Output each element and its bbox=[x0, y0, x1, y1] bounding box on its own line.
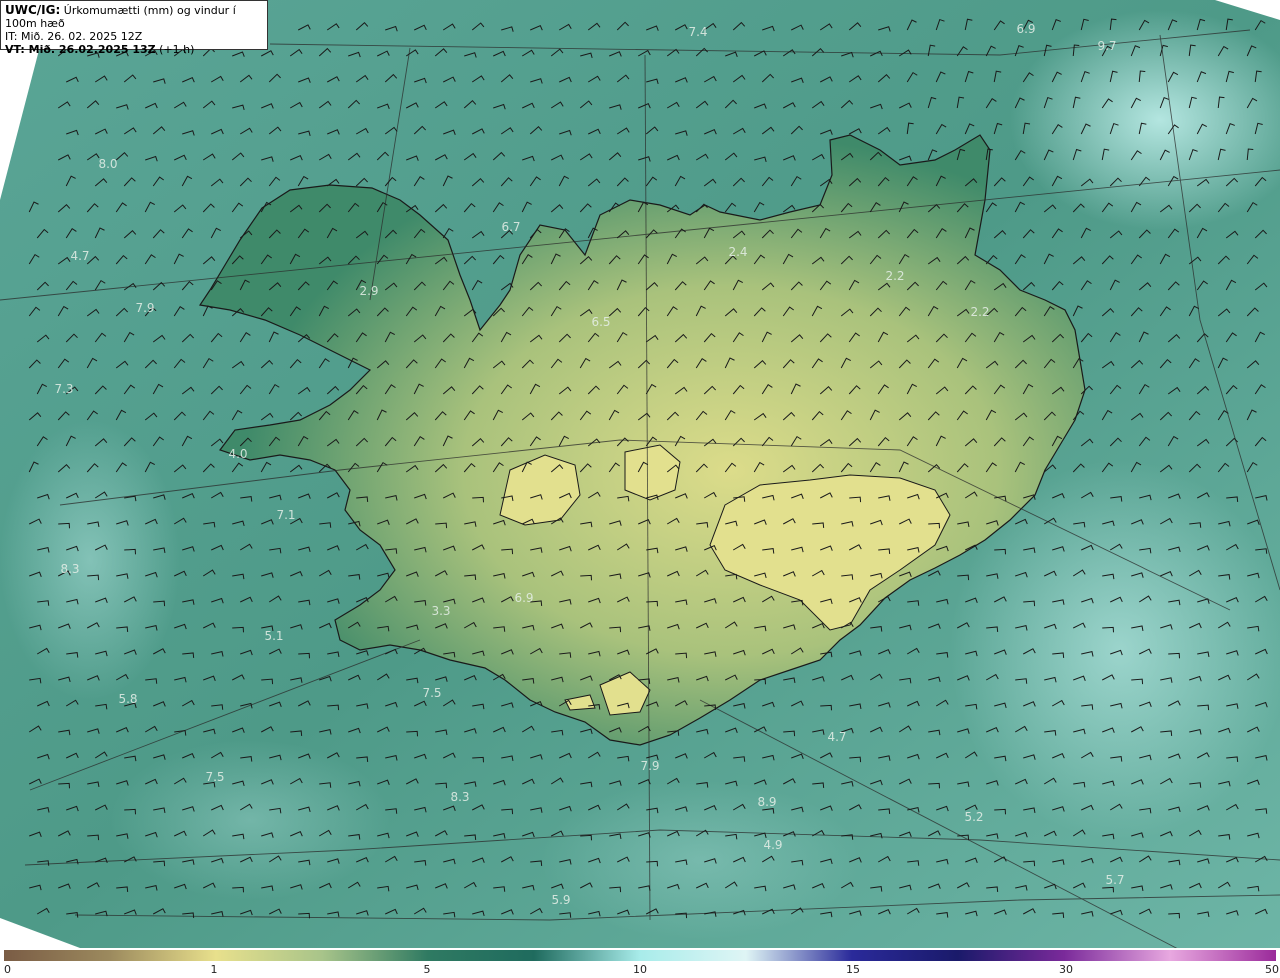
colorbar-gradient bbox=[4, 950, 1276, 961]
value-label: 4.7 bbox=[827, 730, 846, 744]
colorbar-tick: 5 bbox=[423, 963, 431, 976]
init-time: IT: Mið. 26. 02. 2025 12Z bbox=[5, 30, 143, 43]
colorbar-tick: 50 bbox=[1265, 963, 1279, 976]
value-label: 4.0 bbox=[228, 447, 247, 461]
value-label: 8.0 bbox=[98, 157, 117, 171]
colorbar: 0 1 5 10 15 30 50 bbox=[0, 948, 1280, 978]
forecast-map: 7.4 6.9 9.7 8.0 4.7 7.9 7.3 4.0 7.1 8.3 5.1 5.8 7.5 7… bbox=[0, 0, 1280, 948]
value-label: 8.3 bbox=[450, 790, 469, 804]
value-label: 7.5 bbox=[205, 770, 224, 784]
lead-time: (+1 h) bbox=[159, 43, 195, 56]
info-box: UWC/IG: Úrkomumætti (mm) og vindur í 100… bbox=[0, 0, 268, 56]
colorbar-tick: 0 bbox=[4, 963, 11, 976]
value-label: 8.3 bbox=[60, 562, 79, 576]
value-label: 7.9 bbox=[135, 301, 154, 315]
value-label: 5.2 bbox=[964, 810, 983, 824]
value-label: 6.5 bbox=[591, 315, 610, 329]
value-label: 5.9 bbox=[551, 893, 570, 907]
valid-time: VT: Mið. 26.02.2025 13Z bbox=[5, 43, 156, 56]
value-label: 2.9 bbox=[359, 284, 378, 298]
value-label: 7.1 bbox=[276, 508, 295, 522]
value-label: 7.4 bbox=[688, 25, 707, 39]
value-label: 7.9 bbox=[640, 759, 659, 773]
value-label: 2.2 bbox=[885, 269, 904, 283]
value-label: 8.9 bbox=[757, 795, 776, 809]
value-label: 6.7 bbox=[501, 220, 520, 234]
value-label: 6.9 bbox=[514, 591, 533, 605]
value-label: 4.7 bbox=[70, 249, 89, 263]
value-label: 4.9 bbox=[763, 838, 782, 852]
colorbar-tick: 1 bbox=[210, 963, 218, 976]
value-label: 9.7 bbox=[1097, 39, 1116, 53]
colorbar-tick: 30 bbox=[1059, 963, 1073, 976]
value-label: 3.3 bbox=[431, 604, 450, 618]
value-label: 5.8 bbox=[118, 692, 137, 706]
value-label: 2.4 bbox=[728, 245, 747, 259]
colorbar-tick: 10 bbox=[633, 963, 647, 976]
value-label: 7.5 bbox=[422, 686, 441, 700]
value-label: 5.1 bbox=[264, 629, 283, 643]
value-label: 6.9 bbox=[1016, 22, 1035, 36]
colorbar-tick: 15 bbox=[846, 963, 860, 976]
value-label: 5.7 bbox=[1105, 873, 1124, 887]
model-label: UWC/IG: bbox=[5, 3, 61, 17]
value-label: 2.2 bbox=[970, 305, 989, 319]
value-label: 7.3 bbox=[54, 382, 73, 396]
